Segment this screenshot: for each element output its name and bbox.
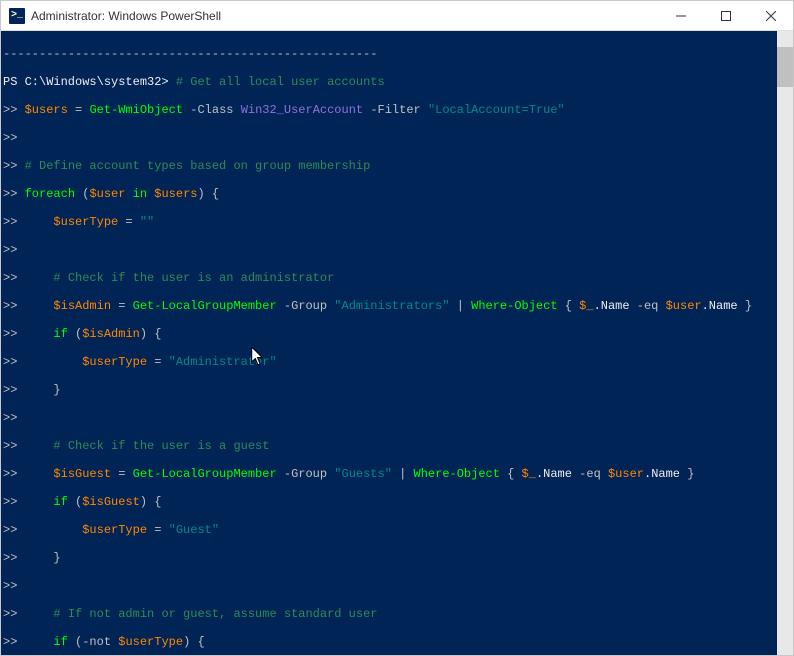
powershell-window: >_ Administrator: Windows PowerShell ---… — [0, 0, 794, 656]
code-line: >> if ($isAdmin) { — [3, 327, 793, 341]
maximize-button[interactable] — [703, 1, 748, 30]
code-line: >> # Check if the user is an administrat… — [3, 271, 793, 285]
code-line: >> $userType = "Guest" — [3, 523, 793, 537]
code-line: >> $isAdmin = Get-LocalGroupMember -Grou… — [3, 299, 793, 313]
code-line: >> # If not admin or guest, assume stand… — [3, 607, 793, 621]
window-controls — [658, 1, 793, 30]
code-line: >> — [3, 411, 793, 425]
code-line: PS C:\Windows\system32> # Get all local … — [3, 75, 793, 89]
code-line: >> $userType = "Administrator" — [3, 355, 793, 369]
code-line: >> $isGuest = Get-LocalGroupMember -Grou… — [3, 467, 793, 481]
code-line: >> if ($isGuest) { — [3, 495, 793, 509]
divider-line: ----------------------------------------… — [3, 47, 793, 61]
window-title: Administrator: Windows PowerShell — [31, 9, 658, 23]
code-line: >> } — [3, 383, 793, 397]
titlebar[interactable]: >_ Administrator: Windows PowerShell — [1, 1, 793, 31]
code-line: >> $userType = "" — [3, 215, 793, 229]
code-line: >> — [3, 131, 793, 145]
code-line: >> foreach ($user in $users) { — [3, 187, 793, 201]
code-line: >> — [3, 243, 793, 257]
terminal[interactable]: ----------------------------------------… — [1, 31, 793, 655]
code-line: >> } — [3, 551, 793, 565]
code-line: >> — [3, 579, 793, 593]
close-button[interactable] — [748, 1, 793, 30]
code-line: >> # Check if the user is a guest — [3, 439, 793, 453]
code-line: >> if (-not $userType) { — [3, 635, 793, 649]
minimize-button[interactable] — [658, 1, 703, 30]
code-line: >> # Define account types based on group… — [3, 159, 793, 173]
powershell-icon: >_ — [9, 8, 25, 24]
scrollbar-thumb[interactable] — [777, 47, 793, 87]
code-line: >> $users = Get-WmiObject -Class Win32_U… — [3, 103, 793, 117]
scrollbar[interactable] — [777, 31, 793, 655]
